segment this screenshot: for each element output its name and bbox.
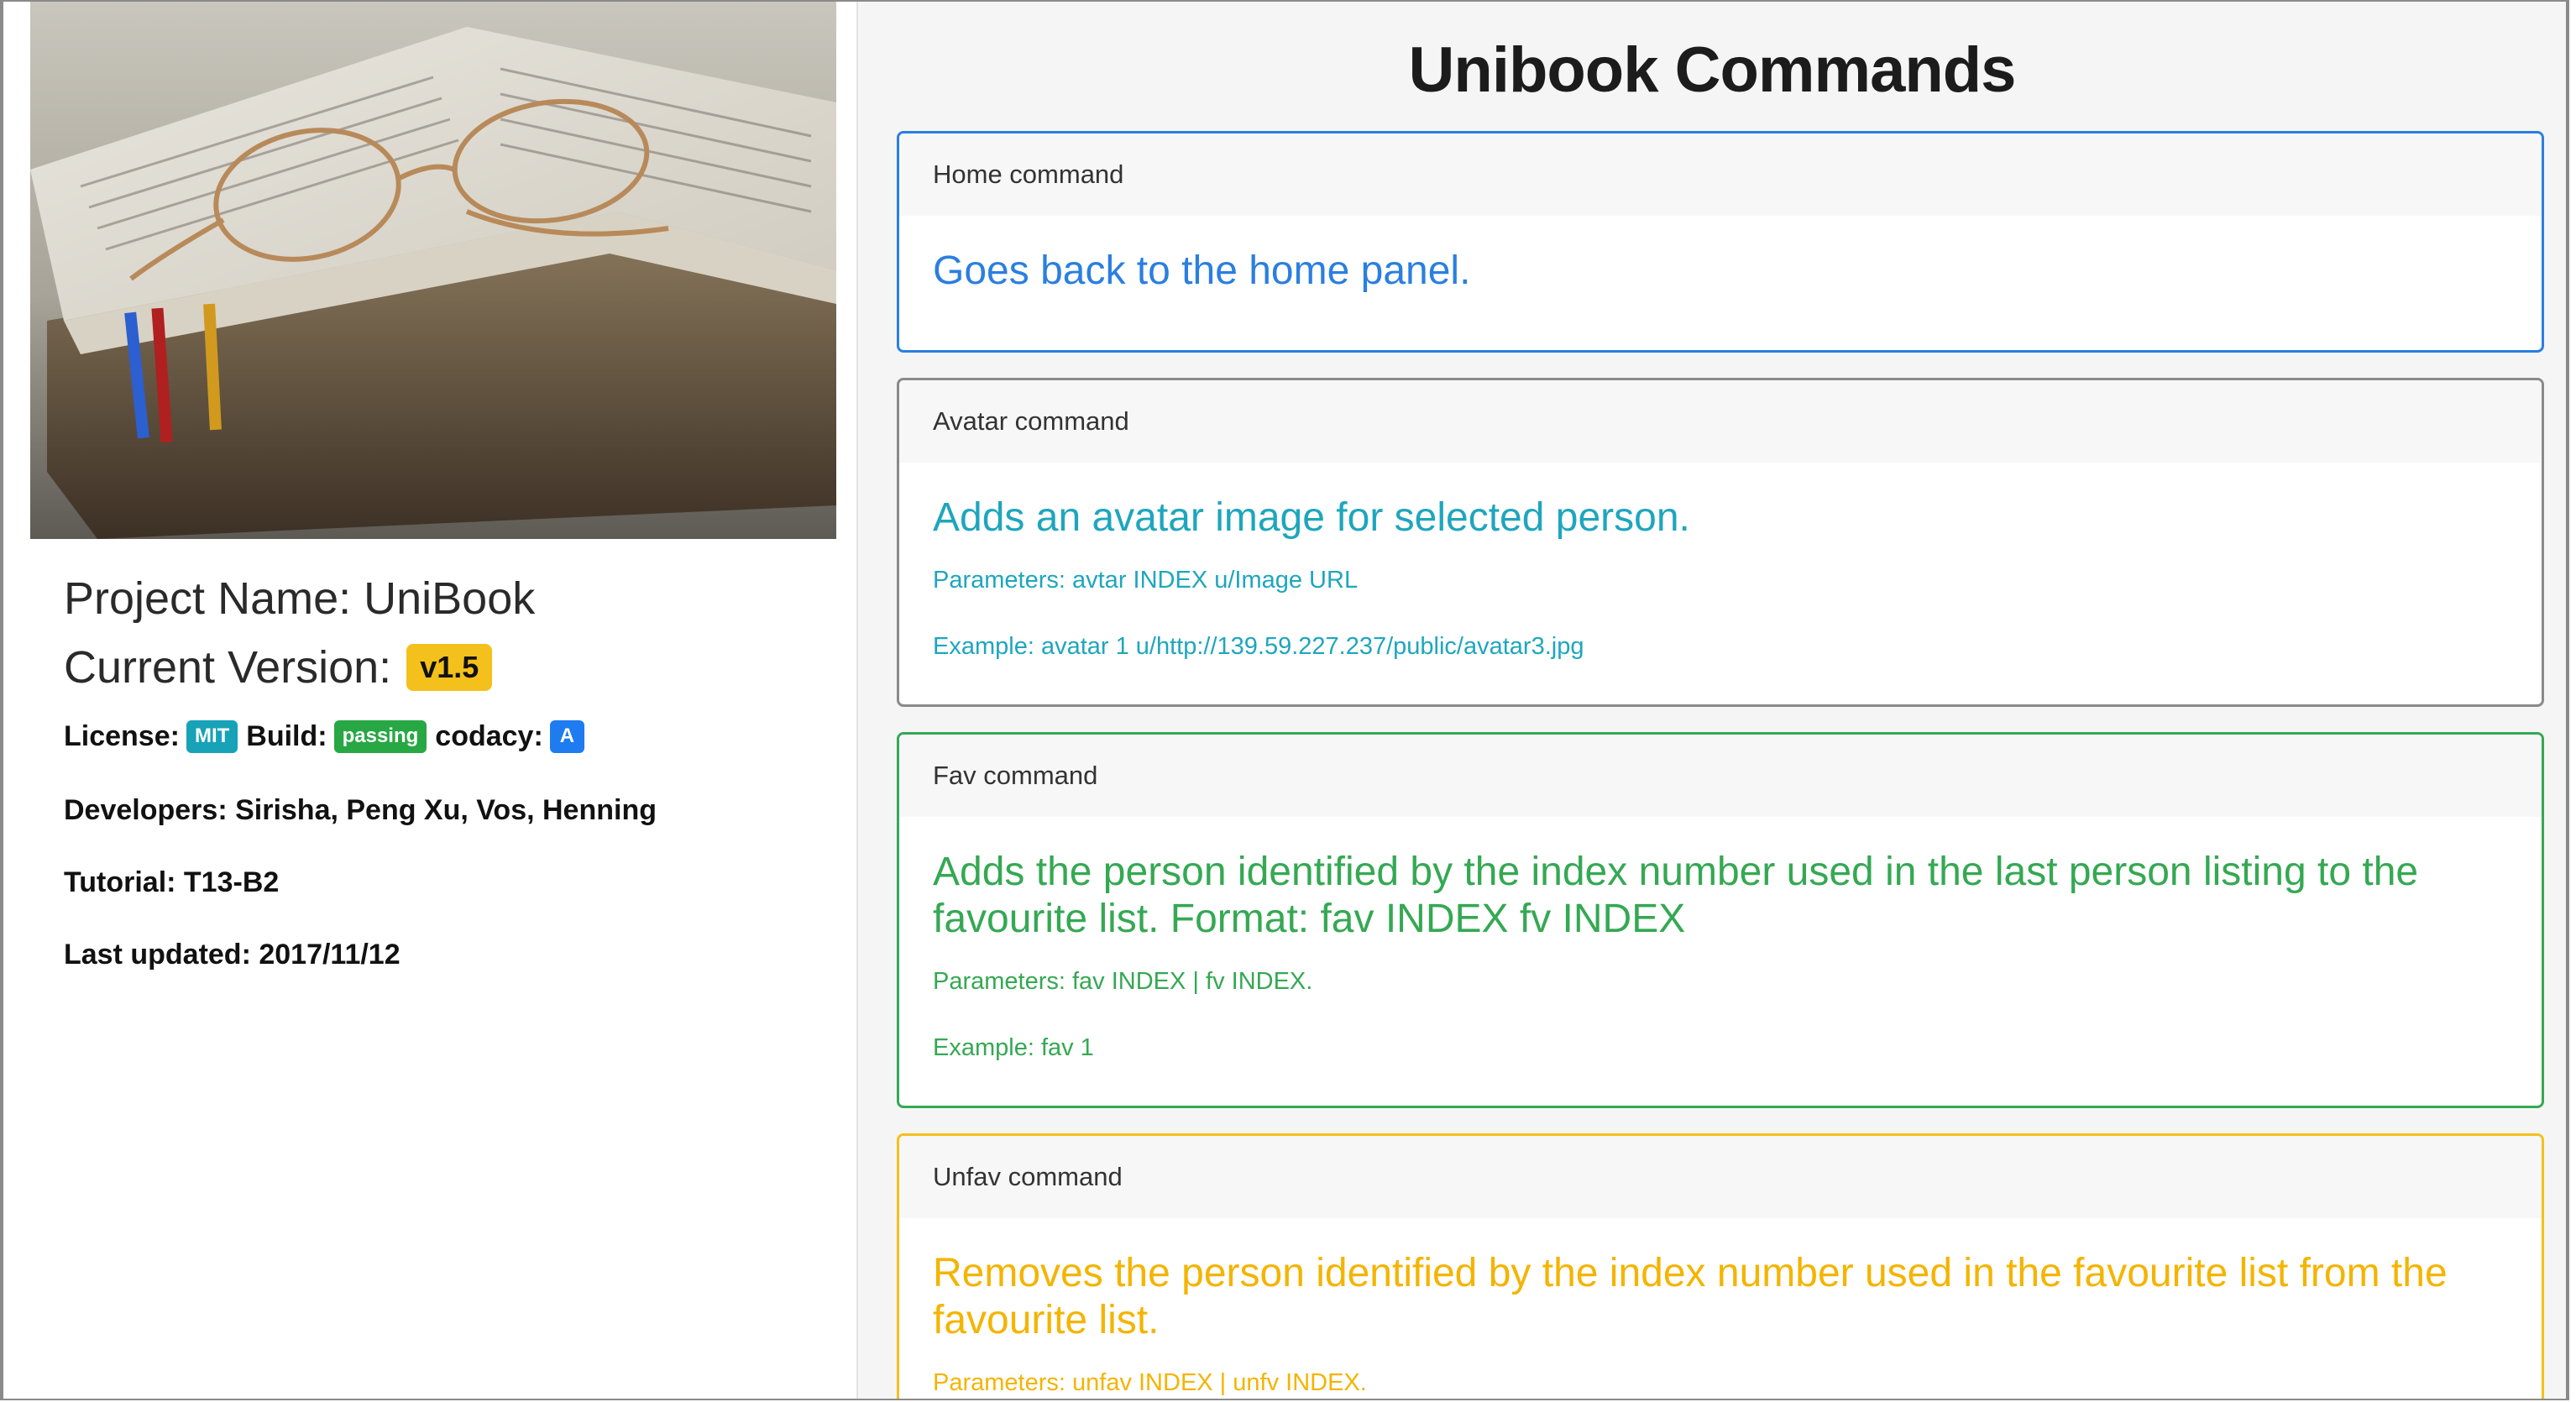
command-card-unfav[interactable]: Unfav command Removes the person identif…	[897, 1133, 2544, 1399]
app-window: Project Name: UniBook Current Version: v…	[0, 0, 2569, 1400]
tutorial: Tutorial: T13-B2	[64, 866, 280, 898]
last-updated: Last updated: 2017/11/12	[64, 939, 401, 970]
command-card-home[interactable]: Home command Goes back to the home panel…	[897, 131, 2544, 353]
version-badge: v1.5	[406, 644, 493, 691]
license-badge[interactable]: MIT	[186, 720, 238, 753]
command-card-fav[interactable]: Fav command Adds the person identified b…	[897, 732, 2544, 1108]
developers: Developers: Sirisha, Peng Xu, Vos, Henni…	[64, 794, 657, 826]
project-name: Project Name: UniBook	[64, 573, 536, 624]
card-parameters: Parameters: fav INDEX | fv INDEX.	[933, 968, 1313, 995]
project-info-panel: Project Name: UniBook Current Version: v…	[3, 2, 858, 1399]
commands-panel: Unibook Commands Home command Goes back …	[858, 2, 2566, 1399]
page-title: Unibook Commands	[1408, 34, 2017, 106]
license-label: License:	[64, 720, 180, 752]
codacy-label: codacy:	[435, 720, 543, 752]
card-example: Example: fav 1	[933, 1034, 1094, 1061]
card-header: Home command	[899, 133, 2542, 216]
cover-image	[30, 2, 836, 539]
codacy-badge[interactable]: A	[549, 720, 585, 753]
card-example: Example: avatar 1 u/http://139.59.227.23…	[933, 633, 1584, 660]
current-version: Current Version: v1.5	[64, 641, 493, 693]
current-version-label: Current Version:	[64, 642, 392, 693]
card-parameters: Parameters: unfav INDEX | unfv INDEX.	[933, 1369, 1367, 1396]
card-title: Adds an avatar image for selected person…	[933, 495, 1690, 540]
card-title: Goes back to the home panel.	[933, 248, 1471, 293]
card-parameters: Parameters: avtar INDEX u/Image URL	[933, 567, 1359, 594]
card-header: Avatar command	[899, 380, 2542, 463]
command-card-avatar[interactable]: Avatar command Adds an avatar image for …	[897, 378, 2544, 707]
card-title: Removes the person identified by the ind…	[933, 1251, 2448, 1342]
badges-line: License: MIT Build: passing codacy: A	[64, 720, 593, 753]
card-header: Unfav command	[899, 1136, 2542, 1218]
build-label: Build:	[246, 720, 327, 752]
card-header: Fav command	[899, 735, 2542, 817]
build-badge[interactable]: passing	[333, 720, 427, 753]
card-title: Adds the person identified by the index …	[933, 850, 2419, 941]
